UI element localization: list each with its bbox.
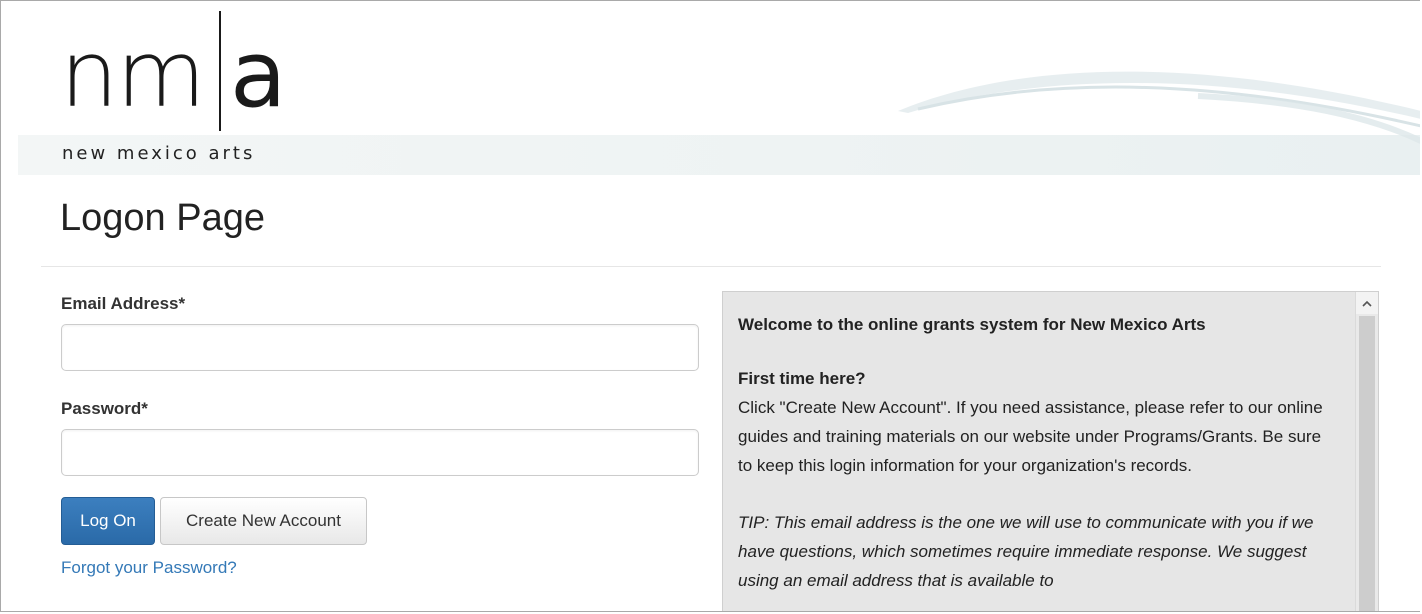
info-content: Welcome to the online grants system for … xyxy=(738,310,1338,595)
page-frame: nm a new mexico arts Logon Page Email Ad… xyxy=(0,0,1420,612)
forgot-password-link[interactable]: Forgot your Password? xyxy=(61,558,237,578)
welcome-heading: Welcome to the online grants system for … xyxy=(738,315,1206,334)
logo-divider xyxy=(219,11,221,131)
welcome-info-panel: Welcome to the online grants system for … xyxy=(722,291,1379,611)
chevron-up-icon xyxy=(1362,300,1372,307)
password-input[interactable] xyxy=(61,429,699,476)
log-on-button[interactable]: Log On xyxy=(61,497,155,545)
first-time-heading: First time here? xyxy=(738,369,866,388)
email-input[interactable] xyxy=(61,324,699,371)
password-label: Password* xyxy=(61,399,148,418)
scroll-up-button[interactable] xyxy=(1356,292,1378,314)
email-label: Email Address* xyxy=(61,294,186,313)
create-new-account-button[interactable]: Create New Account xyxy=(160,497,367,545)
scroll-thumb[interactable] xyxy=(1359,316,1375,611)
logo-text-nm: nm xyxy=(60,21,206,128)
nma-logo[interactable]: nm a new mexico arts xyxy=(60,9,320,169)
logo-subtitle: new mexico arts xyxy=(62,143,256,164)
info-scrollbar[interactable] xyxy=(1355,292,1378,611)
first-time-body: Click "Create New Account". If you need … xyxy=(738,398,1323,475)
page-title: Logon Page xyxy=(60,197,265,239)
title-divider xyxy=(41,266,1381,267)
logo-text-a: a xyxy=(230,21,287,128)
tip-text: TIP: This email address is the one we wi… xyxy=(738,513,1314,590)
site-header: nm a new mexico arts xyxy=(18,1,1420,175)
